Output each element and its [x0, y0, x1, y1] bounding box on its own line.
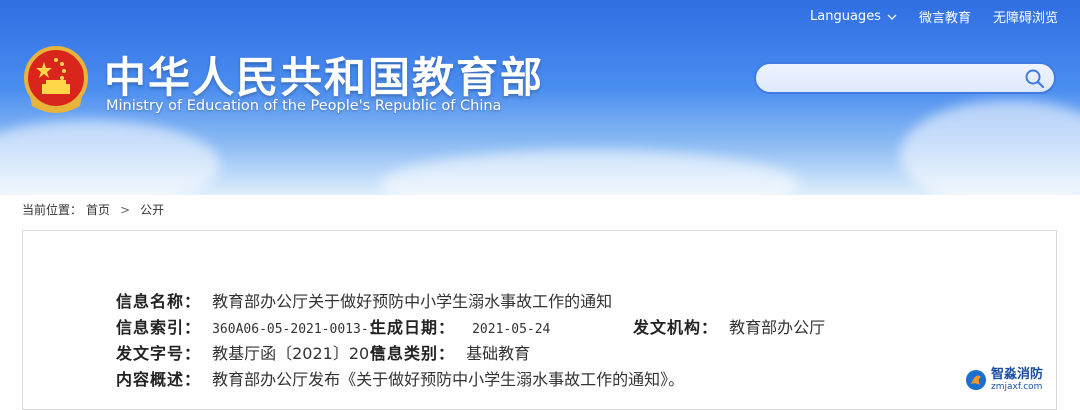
cloud-decoration	[0, 120, 220, 195]
cloud-decoration	[380, 150, 800, 195]
meta-row-category: 信息类别： 基础教育	[370, 340, 530, 364]
site-subtitle: Ministry of Education of the People's Re…	[106, 98, 502, 114]
breadcrumb-prefix: 当前位置：	[22, 203, 83, 217]
meta-row-doc: 发文字号： 教基厅函〔2021〕20号	[116, 340, 385, 364]
site-title[interactable]: 中华人民共和国教育部	[104, 44, 544, 105]
national-emblem-icon	[24, 46, 88, 113]
meta-row-index: 信息索引： 360A06-05-2021-0013-1	[116, 314, 376, 338]
meta-label: 发文字号：	[116, 344, 202, 363]
meta-label: 信息类别：	[370, 344, 456, 363]
header-banner: Languages 微言教育 无障碍浏览 中华人民共和国教育部 Ministry…	[0, 0, 1080, 195]
meta-value: 教育部办公厅关于做好预防中小学生溺水事故工作的通知	[212, 292, 613, 311]
meta-value: 教育部办公厅	[729, 318, 826, 337]
breadcrumb-separator: >	[120, 202, 131, 217]
search-icon[interactable]	[1024, 68, 1046, 90]
meta-row-name: 信息名称： 教育部办公厅关于做好预防中小学生溺水事故工作的通知	[116, 288, 612, 312]
languages-label: Languages	[810, 9, 881, 24]
meta-row-summary: 内容概述： 教育部办公厅发布《关于做好预防中小学生溺水事故工作的通知》。	[116, 366, 684, 390]
meta-value: 360A06-05-2021-0013-1	[212, 322, 377, 337]
meta-label: 信息名称：	[116, 292, 202, 311]
meta-row-date: 生成日期： 2021-05-24	[370, 314, 550, 338]
meta-value: 2021-05-24	[472, 322, 551, 337]
breadcrumb: 当前位置： 首页 > 公开	[22, 201, 164, 218]
search-input[interactable]	[770, 68, 1014, 90]
meta-label: 发文机构：	[633, 318, 719, 337]
wechat-link[interactable]: 微言教育	[919, 7, 971, 26]
watermark: 智淼消防 zmjaxf.com	[965, 368, 1043, 392]
meta-value: 教育部办公厅发布《关于做好预防中小学生溺水事故工作的通知》。	[212, 370, 685, 389]
chevron-down-icon	[887, 14, 897, 20]
top-links: Languages 微言教育 无障碍浏览	[810, 7, 1058, 26]
watermark-url: zmjaxf.com	[991, 382, 1043, 392]
breadcrumb-current-link[interactable]: 公开	[140, 201, 164, 218]
meta-value: 教基厅函〔2021〕20号	[212, 344, 386, 363]
meta-value: 基础教育	[466, 344, 531, 363]
meta-label: 信息索引：	[116, 318, 202, 337]
breadcrumb-home-link[interactable]: 首页	[86, 201, 110, 218]
dandelion-decoration	[900, 100, 1080, 195]
search-box	[754, 62, 1056, 94]
watermark-logo-icon	[966, 370, 986, 390]
watermark-text: 智淼消防	[991, 367, 1044, 382]
languages-link[interactable]: Languages	[810, 7, 897, 26]
accessibility-link[interactable]: 无障碍浏览	[993, 7, 1058, 26]
meta-label: 内容概述：	[116, 370, 202, 389]
meta-row-org: 发文机构： 教育部办公厅	[633, 314, 825, 338]
meta-label: 生成日期：	[370, 318, 456, 337]
